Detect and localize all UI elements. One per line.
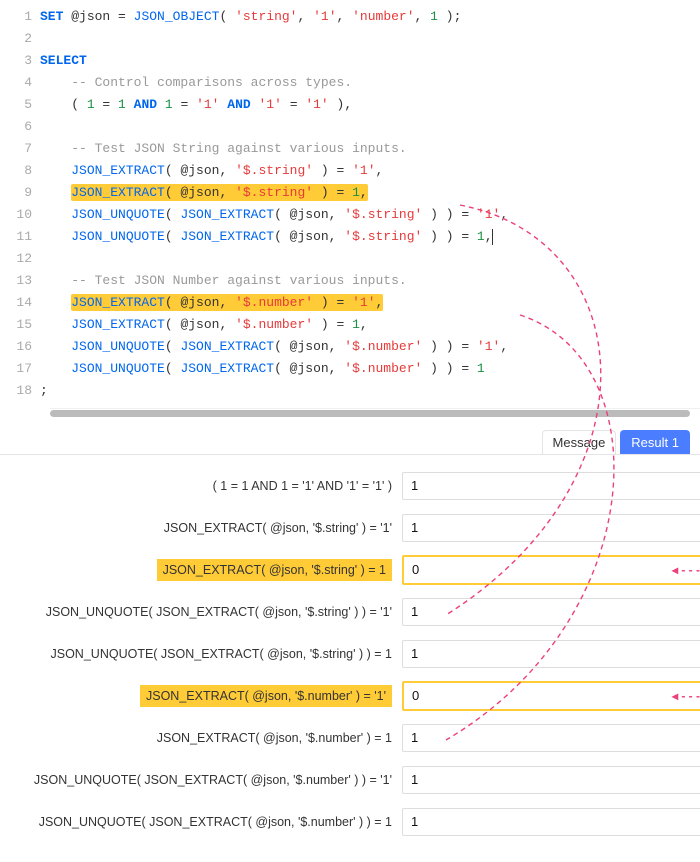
line-number: 5 bbox=[0, 94, 32, 116]
line-number: 9 bbox=[0, 182, 32, 204]
code-line[interactable]: ; bbox=[40, 380, 700, 402]
result-value: 1 bbox=[402, 808, 700, 836]
line-number: 7 bbox=[0, 138, 32, 160]
horizontal-scrollbar[interactable] bbox=[50, 408, 700, 418]
line-number: 6 bbox=[0, 116, 32, 138]
result-row: JSON_UNQUOTE( JSON_EXTRACT( @json, '$.nu… bbox=[0, 759, 700, 801]
code-line[interactable]: -- Test JSON String against various inpu… bbox=[40, 138, 700, 160]
line-number: 17 bbox=[0, 358, 32, 380]
result-row: JSON_EXTRACT( @json, '$.string' ) = '1' 1 bbox=[0, 507, 700, 549]
result-value: 0 bbox=[402, 681, 700, 711]
code-line[interactable]: JSON_UNQUOTE( JSON_EXTRACT( @json, '$.nu… bbox=[40, 358, 700, 380]
result-value: 1 bbox=[402, 724, 700, 752]
line-gutter: 123456789101112131415161718 bbox=[0, 0, 40, 408]
line-number: 16 bbox=[0, 336, 32, 358]
result-label: JSON_EXTRACT( @json, '$.string' ) = 1 bbox=[0, 559, 392, 581]
code-area[interactable]: SET @json = JSON_OBJECT( 'string', '1', … bbox=[40, 0, 700, 408]
line-number: 11 bbox=[0, 226, 32, 248]
code-line[interactable] bbox=[40, 28, 700, 50]
code-line[interactable]: -- Control comparisons across types. bbox=[40, 72, 700, 94]
arrow-icon: ◂ - - - bbox=[672, 563, 700, 577]
result-row: JSON_UNQUOTE( JSON_EXTRACT( @json, '$.nu… bbox=[0, 801, 700, 843]
result-value: 1 bbox=[402, 472, 700, 500]
code-line[interactable]: SELECT bbox=[40, 50, 700, 72]
result-value: 1 bbox=[402, 766, 700, 794]
code-line[interactable]: JSON_EXTRACT( @json, '$.string' ) = 1, bbox=[40, 182, 700, 204]
line-number: 3 bbox=[0, 50, 32, 72]
line-number: 15 bbox=[0, 314, 32, 336]
line-number: 18 bbox=[0, 380, 32, 402]
line-number: 4 bbox=[0, 72, 32, 94]
scrollbar-thumb[interactable] bbox=[50, 410, 690, 417]
line-number: 2 bbox=[0, 28, 32, 50]
tab-result1[interactable]: Result 1 bbox=[620, 430, 690, 454]
result-value: 0 bbox=[402, 555, 700, 585]
line-number: 12 bbox=[0, 248, 32, 270]
result-row: JSON_UNQUOTE( JSON_EXTRACT( @json, '$.st… bbox=[0, 591, 700, 633]
results-grid: ( 1 = 1 AND 1 = '1' AND '1' = '1' )1JSON… bbox=[0, 455, 700, 847]
result-value: 1 bbox=[402, 514, 700, 542]
result-label: JSON_EXTRACT( @json, '$.string' ) = '1' bbox=[0, 521, 392, 535]
result-row: JSON_EXTRACT( @json, '$.number' ) = '1' 0… bbox=[0, 675, 700, 717]
result-row: ( 1 = 1 AND 1 = '1' AND '1' = '1' ) 1 bbox=[0, 465, 700, 507]
result-label: ( 1 = 1 AND 1 = '1' AND '1' = '1' ) bbox=[0, 479, 392, 493]
result-label: JSON_UNQUOTE( JSON_EXTRACT( @json, '$.st… bbox=[0, 605, 392, 619]
code-editor[interactable]: 123456789101112131415161718 SET @json = … bbox=[0, 0, 700, 408]
text-cursor bbox=[492, 229, 493, 245]
line-number: 1 bbox=[0, 6, 32, 28]
code-line[interactable]: JSON_UNQUOTE( JSON_EXTRACT( @json, '$.st… bbox=[40, 226, 700, 248]
code-line[interactable]: SET @json = JSON_OBJECT( 'string', '1', … bbox=[40, 6, 700, 28]
code-line[interactable] bbox=[40, 116, 700, 138]
code-line[interactable]: JSON_EXTRACT( @json, '$.string' ) = '1', bbox=[40, 160, 700, 182]
result-row: JSON_EXTRACT( @json, '$.number' ) = 1 1 bbox=[0, 717, 700, 759]
result-label: JSON_UNQUOTE( JSON_EXTRACT( @json, '$.st… bbox=[0, 647, 392, 661]
line-number: 10 bbox=[0, 204, 32, 226]
line-number: 13 bbox=[0, 270, 32, 292]
result-label: JSON_UNQUOTE( JSON_EXTRACT( @json, '$.nu… bbox=[0, 773, 392, 787]
result-label: JSON_EXTRACT( @json, '$.number' ) = 1 bbox=[0, 731, 392, 745]
code-line[interactable] bbox=[40, 248, 700, 270]
code-line[interactable]: JSON_UNQUOTE( JSON_EXTRACT( @json, '$.nu… bbox=[40, 336, 700, 358]
result-row: JSON_UNQUOTE( JSON_EXTRACT( @json, '$.st… bbox=[0, 633, 700, 675]
code-line[interactable]: JSON_UNQUOTE( JSON_EXTRACT( @json, '$.st… bbox=[40, 204, 700, 226]
result-value: 1 bbox=[402, 598, 700, 626]
result-label: JSON_EXTRACT( @json, '$.number' ) = '1' bbox=[0, 685, 392, 707]
result-tabs: Message Result 1 bbox=[0, 424, 700, 455]
code-line[interactable]: -- Test JSON Number against various inpu… bbox=[40, 270, 700, 292]
result-label: JSON_UNQUOTE( JSON_EXTRACT( @json, '$.nu… bbox=[0, 815, 392, 829]
result-value: 1 bbox=[402, 640, 700, 668]
line-number: 8 bbox=[0, 160, 32, 182]
code-line[interactable]: JSON_EXTRACT( @json, '$.number' ) = 1, bbox=[40, 314, 700, 336]
code-line[interactable]: ( 1 = 1 AND 1 = '1' AND '1' = '1' ), bbox=[40, 94, 700, 116]
code-line[interactable]: JSON_EXTRACT( @json, '$.number' ) = '1', bbox=[40, 292, 700, 314]
line-number: 14 bbox=[0, 292, 32, 314]
result-row: JSON_EXTRACT( @json, '$.string' ) = 1 0◂ … bbox=[0, 549, 700, 591]
tab-message[interactable]: Message bbox=[542, 430, 617, 454]
arrow-icon: ◂ - - - bbox=[672, 689, 700, 703]
